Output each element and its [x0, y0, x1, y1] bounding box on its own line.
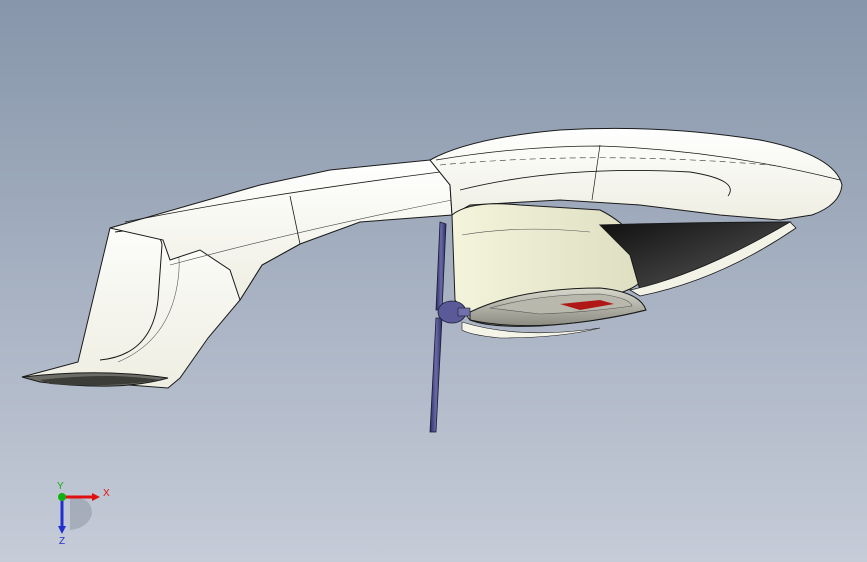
propeller-blade-upper — [435, 221, 447, 311]
z-axis-label: Z — [59, 536, 65, 547]
y-axis-label: Y — [57, 481, 64, 492]
x-axis-arrow — [92, 493, 100, 501]
coordinate-triad: X Y Z — [57, 481, 110, 547]
cad-model-view[interactable] — [0, 0, 867, 562]
x-axis-label: X — [103, 488, 110, 499]
triad-shadow — [70, 497, 92, 530]
z-axis-arrow — [58, 526, 66, 534]
y-axis-dot — [58, 493, 66, 501]
graphics-viewport[interactable]: X Y Z — [0, 0, 867, 562]
propeller-blade-lower — [429, 317, 443, 433]
propeller-shaft — [457, 307, 471, 317]
